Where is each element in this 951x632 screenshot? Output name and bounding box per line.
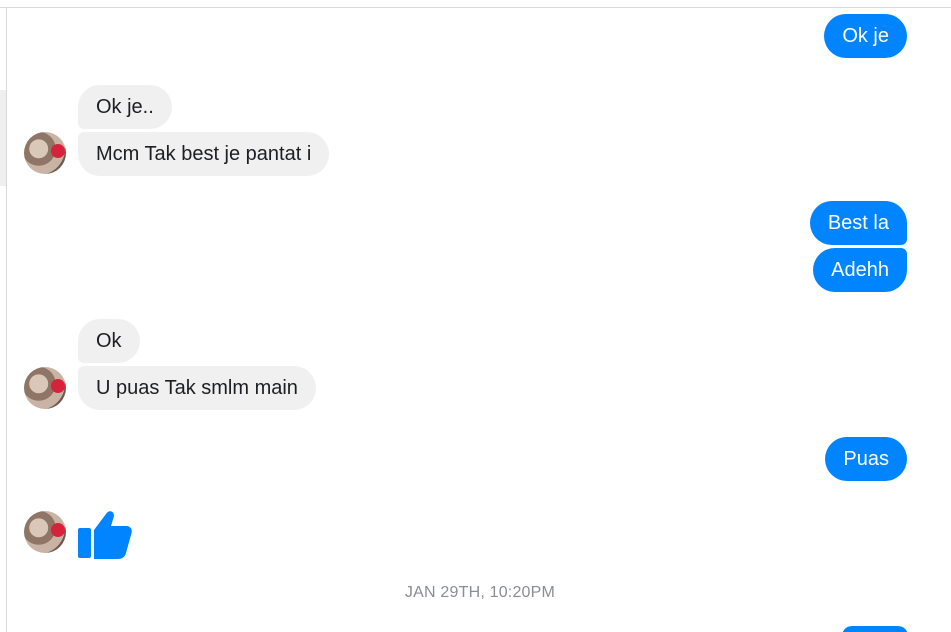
chat-thread: Ok je Ok je.. Mcm Tak best je pantat i B…: [0, 0, 951, 632]
message-bubble-outgoing[interactable]: Adehh: [813, 248, 907, 292]
message-bubble-incoming[interactable]: Ok: [78, 319, 140, 363]
message-text: Ok je..: [96, 96, 154, 118]
message-text: Adehh: [831, 259, 889, 281]
message-bubble-outgoing-partial[interactable]: [842, 626, 908, 632]
message-bubble-incoming[interactable]: Ok je..: [78, 85, 172, 129]
message-bubble-outgoing[interactable]: Ok je: [824, 14, 907, 58]
message-bubble-outgoing[interactable]: Best la: [809, 201, 907, 245]
avatar-detail: [51, 144, 65, 158]
contact-avatar[interactable]: [24, 511, 66, 553]
message-text: Mcm Tak best je pantat i: [96, 143, 312, 165]
message-text: Ok: [96, 330, 122, 352]
message-text: Puas: [843, 448, 889, 470]
message-bubble-incoming[interactable]: U puas Tak smlm main: [78, 366, 316, 410]
top-divider: [0, 7, 951, 8]
left-edge-strip: [0, 90, 6, 186]
left-divider: [6, 7, 7, 632]
message-text: U puas Tak smlm main: [96, 377, 298, 399]
message-text: Ok je: [842, 25, 889, 47]
message-timestamp: JAN 29TH, 10:20PM: [404, 584, 556, 601]
message-bubble-outgoing[interactable]: Puas: [825, 437, 907, 481]
contact-avatar[interactable]: [24, 367, 66, 409]
avatar-detail: [51, 379, 65, 393]
avatar-detail: [51, 523, 65, 537]
message-text: Best la: [827, 212, 889, 234]
thumbs-up-icon[interactable]: [78, 506, 132, 560]
contact-avatar[interactable]: [24, 132, 66, 174]
message-bubble-incoming[interactable]: Mcm Tak best je pantat i: [78, 132, 330, 176]
